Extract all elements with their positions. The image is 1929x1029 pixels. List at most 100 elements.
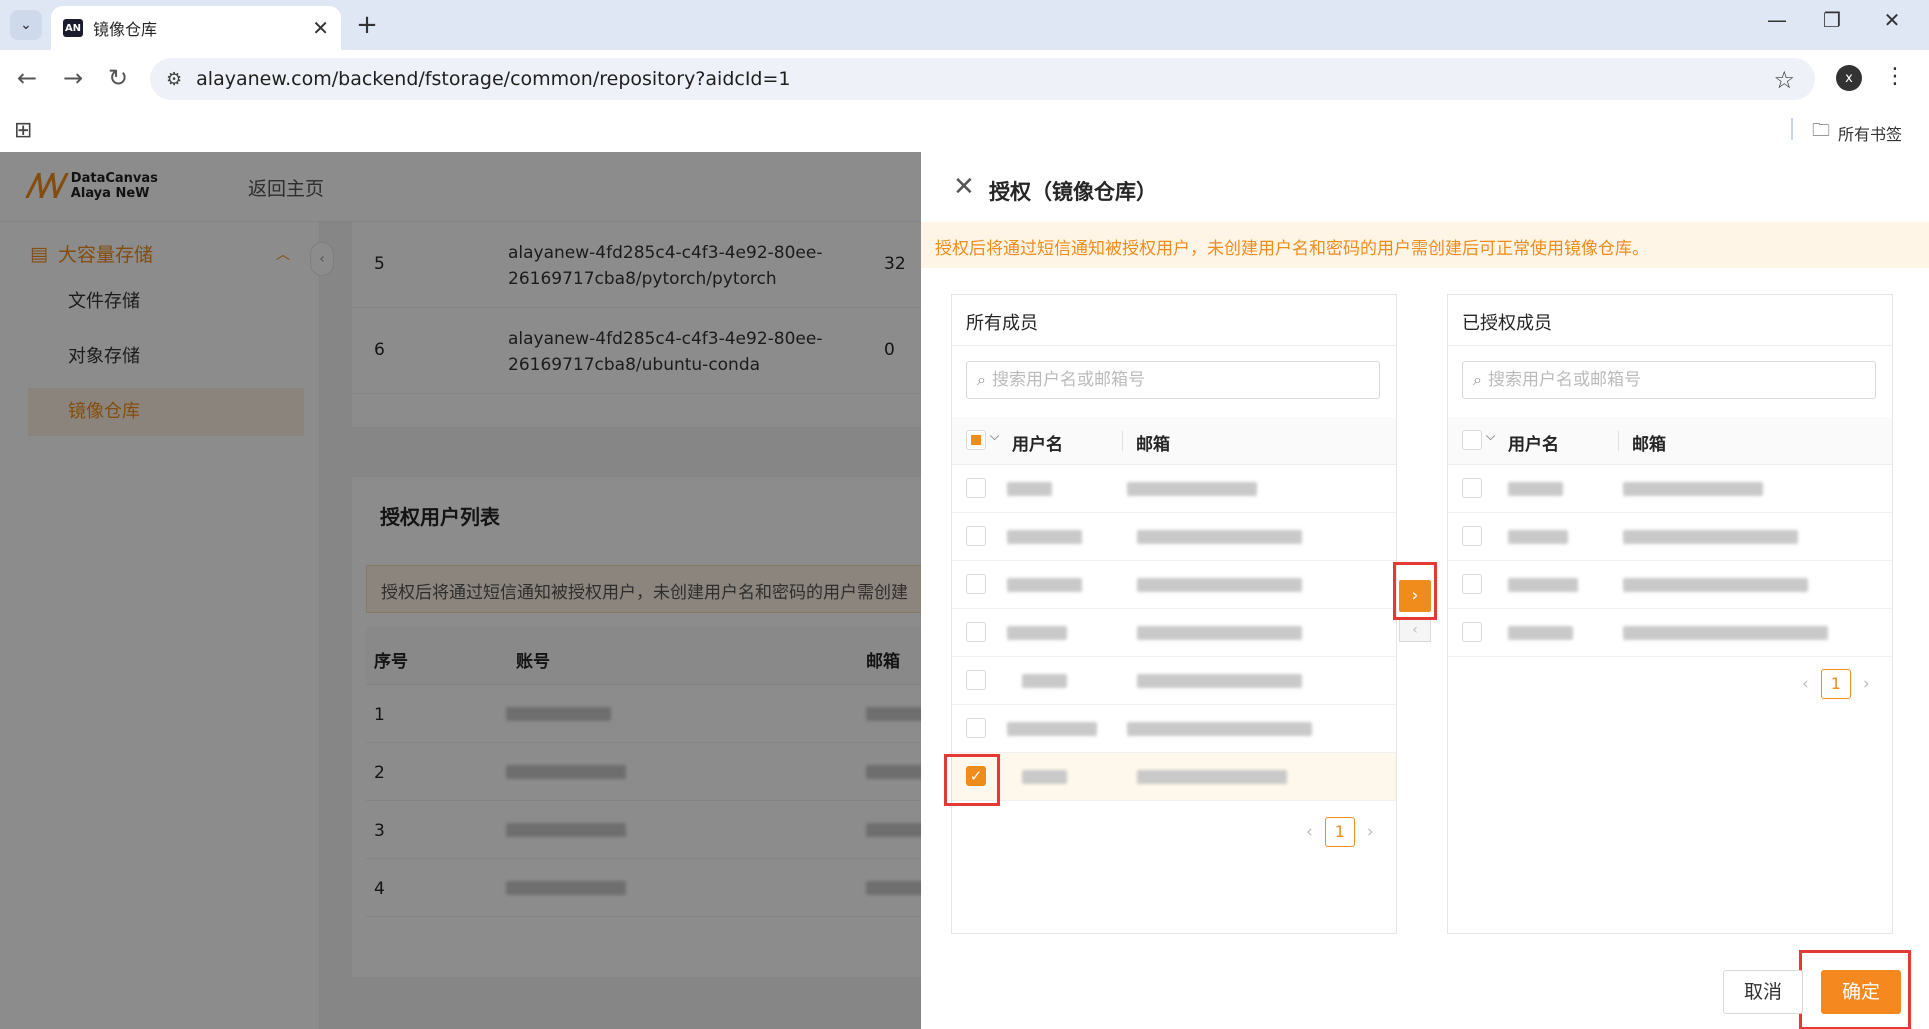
redacted-email [1127, 482, 1257, 496]
row-checkbox[interactable] [1462, 574, 1482, 594]
authorized-members-title: 已授权成员 [1462, 313, 1552, 334]
browser-tab[interactable]: AN 镜像仓库 ✕ [51, 6, 341, 50]
close-tab-icon[interactable]: ✕ [312, 16, 329, 40]
bookmarks-divider [1791, 118, 1793, 140]
redacted-username [1022, 770, 1067, 784]
tab-title: 镜像仓库 [93, 20, 158, 39]
redacted-username [1508, 482, 1563, 496]
forward-arrow-icon[interactable]: → [58, 64, 88, 92]
redacted-email [1623, 530, 1798, 544]
redacted-username [1007, 482, 1052, 496]
list-item[interactable] [952, 465, 1396, 513]
all-members-title: 所有成员 [966, 313, 1038, 334]
row-checkbox[interactable] [966, 478, 986, 498]
folder-icon: 🗀 [1812, 120, 1830, 141]
all-members-search[interactable]: ⌕ [966, 361, 1380, 399]
redacted-email [1623, 626, 1828, 640]
list-item[interactable] [1448, 561, 1892, 609]
divider [1448, 345, 1892, 346]
select-all-checkbox[interactable] [1462, 430, 1482, 450]
apps-grid-icon[interactable]: ⊞ [14, 118, 32, 143]
column-divider [1618, 431, 1619, 451]
site-settings-icon[interactable]: ⚙ [166, 69, 182, 90]
authorize-drawer: ✕ 授权（镜像仓库） 授权后将通过短信通知被授权用户，未创建用户名和密码的用户需… [921, 152, 1929, 1029]
all-members-header: ⌵ 用户名 邮箱 [952, 417, 1396, 465]
site-favicon-icon: AN [63, 19, 83, 37]
list-item[interactable] [952, 609, 1396, 657]
prev-page-icon[interactable]: ‹ [1306, 822, 1313, 842]
prev-page-icon[interactable]: ‹ [1802, 674, 1809, 694]
cancel-button[interactable]: 取消 [1723, 970, 1803, 1014]
authorized-members-search[interactable]: ⌕ [1462, 361, 1876, 399]
drawer-title: 授权（镜像仓库） [989, 180, 1157, 204]
row-checkbox[interactable] [966, 670, 986, 690]
url-omnibox[interactable]: ⚙ alayanew.com/backend/fstorage/common/r… [150, 58, 1815, 100]
divider [952, 345, 1396, 346]
new-tab-plus-icon[interactable]: + [352, 10, 382, 40]
authorized-members-header: ⌵ 用户名 邮箱 [1448, 417, 1892, 465]
list-item-selected[interactable]: ✓ [952, 753, 1396, 801]
bookmark-star-icon[interactable]: ☆ [1773, 66, 1795, 94]
reload-icon[interactable]: ↻ [103, 64, 133, 92]
list-item[interactable] [1448, 513, 1892, 561]
row-checkbox[interactable] [966, 574, 986, 594]
col-username: 用户名 [1508, 435, 1559, 455]
minimize-icon[interactable]: — [1757, 8, 1797, 32]
list-item[interactable] [952, 657, 1396, 705]
row-checkbox[interactable] [966, 526, 986, 546]
all-members-pagination: ‹ 1 › [1306, 817, 1374, 847]
profile-avatar[interactable]: x [1836, 65, 1862, 91]
list-item[interactable] [952, 513, 1396, 561]
list-item[interactable] [1448, 609, 1892, 657]
row-checkbox[interactable] [1462, 526, 1482, 546]
list-item[interactable] [952, 705, 1396, 753]
redacted-email [1623, 482, 1763, 496]
confirm-button[interactable]: 确定 [1821, 970, 1901, 1014]
next-page-icon[interactable]: › [1863, 674, 1870, 694]
list-item[interactable] [1448, 465, 1892, 513]
all-members-search-input[interactable] [991, 370, 1352, 390]
redacted-email [1137, 770, 1287, 784]
authorized-members-panel: 已授权成员 ⌕ ⌵ 用户名 邮箱 [1447, 294, 1893, 934]
tab-search-chevron-icon[interactable]: ⌄ [10, 10, 42, 40]
all-bookmarks-button[interactable]: 🗀 所有书签 [1812, 118, 1902, 148]
redacted-email [1137, 674, 1302, 688]
browser-tab-bar: ⌄ AN 镜像仓库 ✕ + — ❐ ✕ [0, 0, 1929, 50]
list-item[interactable] [952, 561, 1396, 609]
address-bar-row: ← → ↻ ⚙ alayanew.com/backend/fstorage/co… [0, 50, 1929, 108]
transfer-left-button[interactable]: ‹ [1399, 618, 1431, 642]
chevron-down-icon[interactable]: ⌵ [990, 429, 999, 444]
page-number[interactable]: 1 [1820, 669, 1851, 699]
col-email: 邮箱 [1136, 435, 1170, 455]
restore-icon[interactable]: ❐ [1812, 8, 1852, 32]
row-checkbox[interactable] [966, 622, 986, 642]
row-checkbox[interactable] [1462, 478, 1482, 498]
search-icon: ⌕ [1473, 370, 1482, 389]
page-number[interactable]: 1 [1324, 817, 1355, 847]
authorized-members-search-input[interactable] [1487, 370, 1848, 390]
window-close-icon[interactable]: ✕ [1872, 8, 1912, 32]
authorized-members-pagination: ‹ 1 › [1802, 669, 1870, 699]
col-email: 邮箱 [1632, 435, 1666, 455]
url-text[interactable]: alayanew.com/backend/fstorage/common/rep… [196, 68, 790, 90]
drawer-close-icon[interactable]: ✕ [953, 172, 975, 202]
col-username: 用户名 [1012, 435, 1063, 455]
redacted-email [1137, 578, 1302, 592]
row-checkbox[interactable] [966, 718, 986, 738]
browser-menu-icon[interactable]: ⋮ [1884, 64, 1906, 89]
redacted-username [1508, 578, 1578, 592]
row-checkbox[interactable] [1462, 622, 1482, 642]
back-arrow-icon[interactable]: ← [12, 64, 42, 92]
highlight-transfer-button [1393, 562, 1437, 620]
highlight-selected-checkbox [944, 754, 1000, 806]
search-icon: ⌕ [977, 370, 986, 389]
next-page-icon[interactable]: › [1367, 822, 1374, 842]
chevron-down-icon[interactable]: ⌵ [1486, 429, 1495, 444]
all-members-panel: 所有成员 ⌕ ⌵ 用户名 邮箱 [951, 294, 1397, 934]
redacted-email [1137, 626, 1302, 640]
redacted-email [1137, 530, 1302, 544]
select-all-checkbox[interactable] [966, 430, 986, 450]
column-divider [1122, 431, 1123, 451]
modal-overlay[interactable] [0, 152, 921, 1029]
redacted-email [1623, 578, 1808, 592]
